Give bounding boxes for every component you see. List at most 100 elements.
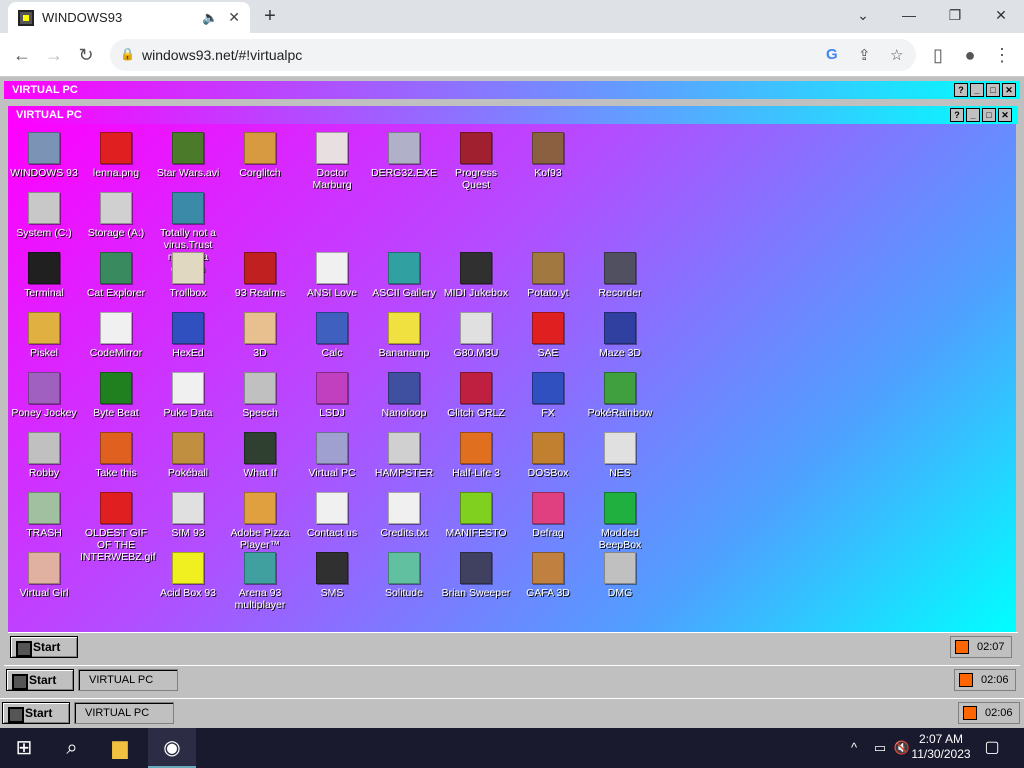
desktop-icon-dmg[interactable]: DMG	[584, 552, 656, 599]
tab-close-icon[interactable]: ✕	[228, 9, 240, 26]
desktop-icon-potato-yt[interactable]: Potato.yt	[512, 252, 584, 299]
desktop-icon-kof93[interactable]: Kof93	[512, 132, 584, 179]
address-bar[interactable]: 🔒 windows93.net/#!virtualpc G ⇪ ☆	[110, 39, 916, 71]
reload-button[interactable]: ↻	[72, 41, 100, 69]
close-window-button[interactable]: ✕	[978, 0, 1024, 30]
desktop-icon-manifesto[interactable]: MANIFESTO	[440, 492, 512, 539]
google-icon[interactable]: G	[826, 46, 838, 63]
desktop-icon-g80-m3u[interactable]: G80.M3U	[440, 312, 512, 359]
search-icon[interactable]: ⌕	[48, 728, 96, 768]
notifications-icon[interactable]: ▢	[968, 728, 1016, 768]
rss-icon[interactable]	[955, 640, 969, 654]
inner-window-titlebar[interactable]: VIRTUAL PC ? _ □ ✕	[8, 106, 1018, 124]
back-button[interactable]: ←	[8, 41, 36, 69]
new-tab-button[interactable]: +	[258, 4, 282, 28]
desktop-icon-windows-93[interactable]: WINDOWS 93	[8, 132, 80, 179]
desktop-icon-ascii-gallery[interactable]: ASCII Gallery	[368, 252, 440, 299]
inner-maximize-button[interactable]: □	[982, 108, 996, 122]
system-clock[interactable]: 2:07 AM 11/30/2023	[905, 732, 977, 762]
minimize-button[interactable]: —	[886, 0, 932, 30]
desktop-icon-recorder[interactable]: Recorder	[584, 252, 656, 299]
desktop-icon-maze-3d[interactable]: Maze 3D	[584, 312, 656, 359]
outer-close-button[interactable]: ✕	[1002, 83, 1016, 97]
inner-minimize-button[interactable]: _	[966, 108, 980, 122]
desktop-icon-hexed[interactable]: HexEd	[152, 312, 224, 359]
desktop-icon-calc[interactable]: Calc	[296, 312, 368, 359]
taskbar-item-virtualpc[interactable]: VIRTUAL PC	[74, 702, 174, 724]
outer-window-titlebar[interactable]: VIRTUAL PC ? _ □ ✕	[4, 81, 1020, 99]
desktop-icon-puke-data[interactable]: Puke Data	[152, 372, 224, 419]
desktop-icon-arena-93-multiplayer[interactable]: Arena 93 multiplayer	[224, 552, 296, 611]
desktop-icon-lenna-png[interactable]: lenna.png	[80, 132, 152, 179]
desktop-icon-3d[interactable]: 3D	[224, 312, 296, 359]
desktop-icon-system-c[interactable]: System (C:)	[8, 192, 80, 239]
desktop-icon-progress-quest[interactable]: Progress Quest	[440, 132, 512, 191]
desktop-icon-speech[interactable]: Speech	[224, 372, 296, 419]
desktop-icon-dosbox[interactable]: DOSBox	[512, 432, 584, 479]
speaker-icon[interactable]: 🔈	[202, 10, 218, 26]
restore-button[interactable]: ❐	[932, 0, 978, 30]
inner-help-button[interactable]: ?	[950, 108, 964, 122]
desktop-icon-virtual-pc[interactable]: Virtual PC	[296, 432, 368, 479]
desktop-icon-hampster[interactable]: HAMPSTER	[368, 432, 440, 479]
start-button[interactable]: Start	[10, 636, 78, 658]
desktop-icon-nes[interactable]: NES	[584, 432, 656, 479]
desktop-icon-half-life-3[interactable]: Half-Life 3	[440, 432, 512, 479]
start-button[interactable]: Start	[6, 669, 74, 691]
desktop-icon-glitch-grlz[interactable]: Glitch GRLZ	[440, 372, 512, 419]
sidepanel-icon[interactable]: ▯	[924, 41, 952, 69]
desktop-icon-credits-txt[interactable]: Credits.txt	[368, 492, 440, 539]
desktop-icon-piskel[interactable]: Piskel	[8, 312, 80, 359]
desktop-icon-pok-ball[interactable]: Pokéball	[152, 432, 224, 479]
rss-icon[interactable]	[963, 706, 977, 720]
desktop-icon-defrag[interactable]: Defrag	[512, 492, 584, 539]
desktop-icon-take-this[interactable]: Take this	[80, 432, 152, 479]
inner-close-button[interactable]: ✕	[998, 108, 1012, 122]
menu-kebab-icon[interactable]: ⋮	[988, 41, 1016, 69]
desktop-icon-derg32-exe[interactable]: DERG32.EXE	[368, 132, 440, 179]
desktop-icon-byte-beat[interactable]: Byte Beat	[80, 372, 152, 419]
bookmark-star-icon[interactable]: ☆	[890, 46, 903, 64]
desktop-icon-brian-sweeper[interactable]: Brian Sweeper	[440, 552, 512, 599]
profile-avatar[interactable]: ●	[956, 41, 984, 69]
desktop-icon-oldest-gif-of-the-interwebz-gif[interactable]: OLDEST GIF OF THE INTERWEBZ.gif	[80, 492, 156, 563]
forward-button[interactable]: →	[40, 41, 68, 69]
outer-maximize-button[interactable]: □	[986, 83, 1000, 97]
desktop-icon-cat-explorer[interactable]: Cat Explorer	[80, 252, 152, 299]
file-explorer-icon[interactable]: ▆	[96, 728, 144, 768]
desktop-icon-what-if[interactable]: What If	[224, 432, 296, 479]
desktop-icon-sms[interactable]: SMS	[296, 552, 368, 599]
start-button[interactable]: Start	[2, 702, 70, 724]
desktop-icon-nanoloop[interactable]: Nanoloop	[368, 372, 440, 419]
desktop-icon-robby[interactable]: Robby	[8, 432, 80, 479]
desktop-icon-storage-a[interactable]: Storage (A:)	[80, 192, 152, 239]
outer-help-button[interactable]: ?	[954, 83, 968, 97]
desktop-icon-sim-93[interactable]: SIM 93	[152, 492, 224, 539]
tab-search-button[interactable]: ⌄	[840, 0, 886, 30]
desktop-icon-lsdj[interactable]: LSDJ	[296, 372, 368, 419]
rss-icon[interactable]	[959, 673, 973, 687]
desktop-icon-acid-box-93[interactable]: Acid Box 93	[152, 552, 224, 599]
desktop-icon-codemirror[interactable]: CodeMirror	[80, 312, 152, 359]
desktop-icon-virtual-girl[interactable]: Virtual Girl	[8, 552, 80, 599]
desktop-icon-contact-us[interactable]: Contact us	[296, 492, 368, 539]
desktop-icon-ansi-love[interactable]: ANSI Love	[296, 252, 368, 299]
desktop-icon-midi-jukebox[interactable]: MIDI Jukebox	[440, 252, 512, 299]
windows-start-icon[interactable]: ⊞	[0, 728, 48, 768]
desktop-icon-bananamp[interactable]: Bananamp	[368, 312, 440, 359]
chrome-taskbar-icon[interactable]: ◉	[148, 728, 196, 768]
share-icon[interactable]: ⇪	[858, 46, 871, 64]
desktop-icon-star-wars-avi[interactable]: Star Wars.avi	[152, 132, 224, 179]
desktop-icon-fx[interactable]: FX	[512, 372, 584, 419]
desktop-icon-poney-jockey[interactable]: Poney Jockey	[8, 372, 80, 419]
desktop-icon-sae[interactable]: SAE	[512, 312, 584, 359]
desktop-icon-adobe-pizza-player[interactable]: Adobe Pizza Player™	[224, 492, 296, 551]
desktop-icon-93-realms[interactable]: 93 Realms	[224, 252, 296, 299]
browser-tab[interactable]: WINDOWS93 🔈 ✕	[8, 2, 250, 33]
lock-icon[interactable]: 🔒	[120, 47, 135, 61]
desktop-icon-pok-rainbow[interactable]: PokéRainbow	[584, 372, 656, 419]
desktop-icon-trollbox[interactable]: Trollbox	[152, 252, 224, 299]
desktop-icon-doctor-marburg[interactable]: Doctor Marburg	[296, 132, 368, 191]
desktop-icon-corglitch[interactable]: Corglitch	[224, 132, 296, 179]
desktop-icon-gafa-3d[interactable]: GAFA 3D	[512, 552, 584, 599]
